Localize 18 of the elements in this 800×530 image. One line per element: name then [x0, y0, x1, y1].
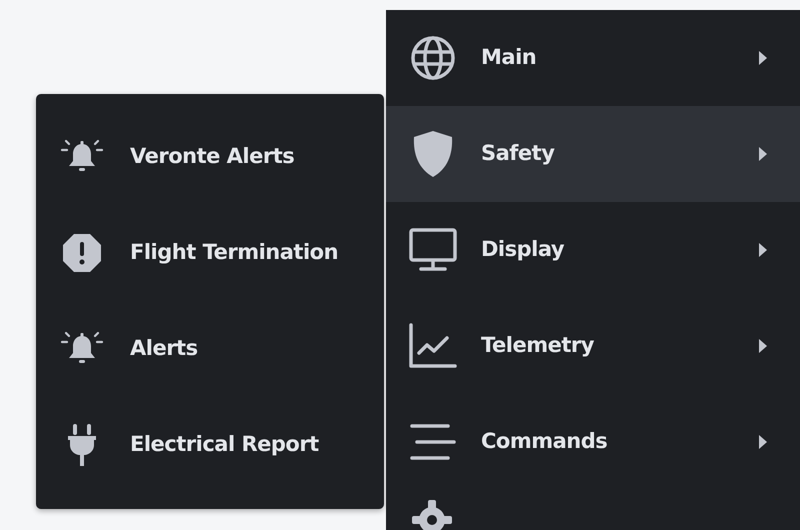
chart-icon	[408, 323, 458, 369]
menu-item[interactable]: Safety	[386, 106, 800, 202]
chevron-right-icon	[759, 243, 767, 257]
menu-item[interactable]: Main	[386, 10, 800, 106]
monitor-icon	[408, 227, 458, 273]
submenu-item[interactable]: Electrical Report	[36, 397, 384, 493]
menu-item[interactable]: Telemetry	[386, 298, 800, 394]
menu-item[interactable]: Commands	[386, 394, 800, 490]
menu-item[interactable]: Display	[386, 202, 800, 298]
chevron-right-icon	[759, 51, 767, 65]
submenu-item[interactable]: Veronte Alerts	[36, 109, 384, 205]
menu-icon	[408, 422, 458, 462]
chevron-right-icon	[759, 147, 767, 161]
submenu-item[interactable]: Alerts	[36, 301, 384, 397]
chevron-right-icon	[759, 435, 767, 449]
warning-icon	[60, 231, 104, 275]
chevron-right-icon	[759, 339, 767, 353]
submenu-item[interactable]: Flight Termination	[36, 205, 384, 301]
